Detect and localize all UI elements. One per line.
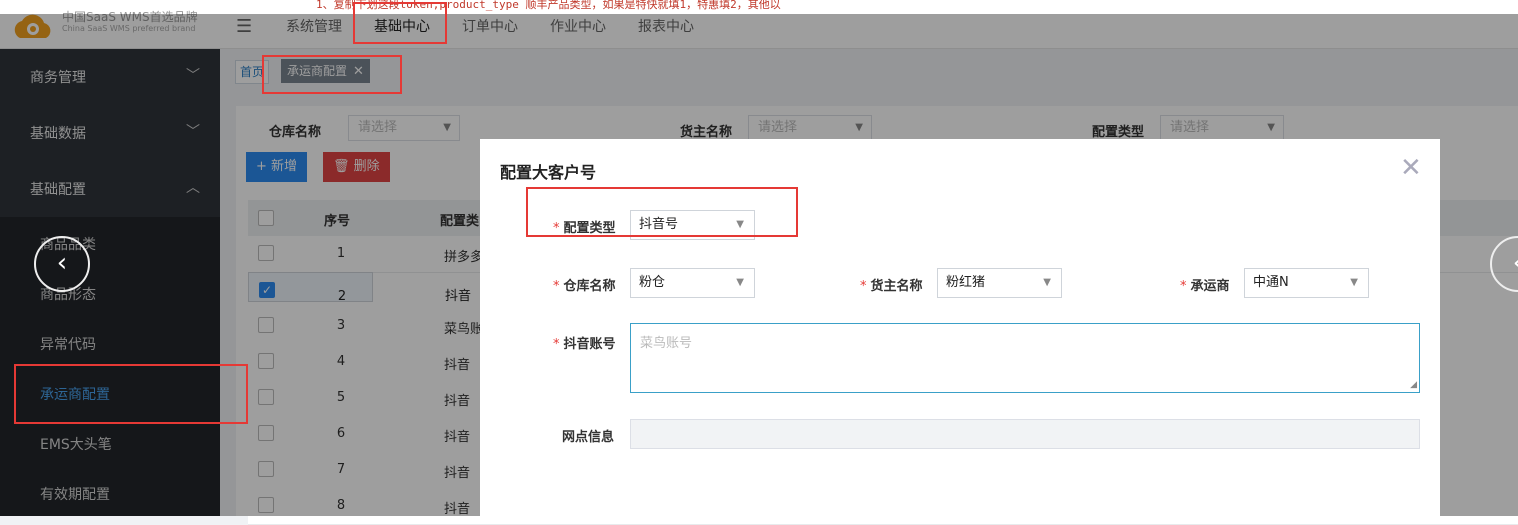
chevron-down-icon: ▼	[736, 219, 744, 230]
carrier-select[interactable]: 中通N ▼	[1244, 268, 1369, 298]
close-icon[interactable]: ✕	[1400, 153, 1422, 183]
chevron-down-icon: ▼	[1350, 277, 1358, 288]
config-type-label: * 配置类型	[553, 217, 616, 236]
account-textarea[interactable]: 菜鸟账号 ◢	[630, 323, 1420, 393]
carrier-label: * 承运商	[1180, 275, 1230, 294]
config-type-select[interactable]: 抖音号 ▼	[630, 210, 755, 240]
config-dialog: 配置大客户号 ✕ * 配置类型 抖音号 ▼ * 仓库名称 粉仓 ▼ * 货主名称 粉红猪 ▼…	[480, 139, 1440, 516]
required-mark: *	[553, 221, 560, 236]
top-note: 1、复制下划这段token,product_type 顺丰产品类型，如果是特快就…	[0, 0, 1518, 14]
warehouse-label-text: 仓库名称	[563, 279, 616, 294]
config-type-value: 抖音号	[639, 217, 679, 232]
required-mark: *	[553, 337, 560, 352]
owner-label-text: 货主名称	[870, 279, 923, 294]
carrier-label-text: 承运商	[1190, 279, 1230, 294]
owner-value: 粉红猪	[946, 275, 986, 290]
resize-handle-icon[interactable]: ◢	[1410, 380, 1417, 390]
required-mark: *	[1180, 279, 1187, 294]
account-placeholder: 菜鸟账号	[640, 336, 693, 351]
chevron-down-icon: ▼	[1043, 277, 1051, 288]
dialog-title: 配置大客户号	[500, 163, 597, 182]
warehouse-label: * 仓库名称	[553, 275, 616, 294]
owner-select[interactable]: 粉红猪 ▼	[937, 268, 1062, 298]
required-mark: *	[860, 279, 867, 294]
owner-label: * 货主名称	[860, 275, 923, 294]
carousel-prev-icon[interactable]: ‹	[34, 236, 90, 292]
outlet-label: 网点信息	[562, 430, 615, 445]
top-note-text: 1、复制下划这段token,product_type 顺丰产品类型，如果是特快就…	[316, 0, 781, 11]
warehouse-select[interactable]: 粉仓 ▼	[630, 268, 755, 298]
required-mark: *	[553, 279, 560, 294]
account-label: * 抖音账号	[553, 333, 616, 352]
account-label-text: 抖音账号	[563, 337, 616, 352]
outlet-input[interactable]	[630, 419, 1420, 449]
warehouse-value: 粉仓	[639, 275, 666, 290]
chevron-down-icon: ▼	[736, 277, 744, 288]
config-type-label-text: 配置类型	[563, 221, 616, 236]
carrier-value: 中通N	[1253, 275, 1289, 290]
